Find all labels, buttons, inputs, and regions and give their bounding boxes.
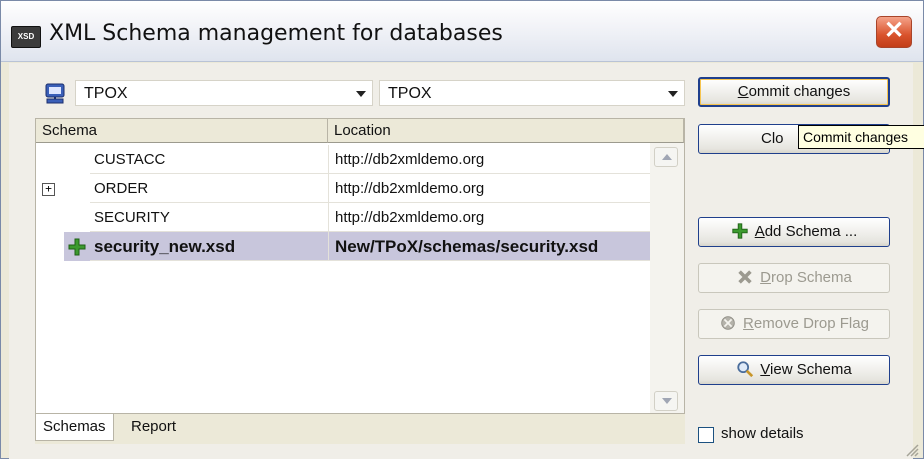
add-icon xyxy=(68,238,86,256)
schema-location-cell: http://db2xmldemo.org xyxy=(328,203,650,232)
target-database-select[interactable]: TPOX xyxy=(379,80,685,106)
drop-label-post: rop Schema xyxy=(770,269,852,286)
tab-strip: Schemas Report xyxy=(35,414,685,444)
drop-schema-button[interactable]: Drop Schema xyxy=(698,263,890,293)
title-bar[interactable]: XSD XML Schema management for databases … xyxy=(1,1,923,62)
close-window-button[interactable]: ✕ xyxy=(876,16,912,48)
show-details-checkbox[interactable] xyxy=(698,427,714,443)
xsd-app-icon: XSD xyxy=(11,26,41,48)
commit-tooltip: Commit changes xyxy=(798,125,924,149)
window-title: XML Schema management for databases xyxy=(49,21,503,46)
table-row[interactable]: + ORDER http://db2xmldemo.org xyxy=(36,174,650,203)
expand-toggle-icon[interactable]: + xyxy=(42,183,55,196)
remove-drop-flag-button[interactable]: Remove Drop Flag xyxy=(698,309,890,339)
remove-label-key: R xyxy=(743,315,754,332)
dialog-window: XSD XML Schema management for databases … xyxy=(0,0,924,459)
remove-flag-icon xyxy=(721,316,735,330)
database-icon xyxy=(45,83,65,104)
chevron-down-icon xyxy=(356,91,366,97)
column-header-location[interactable]: Location xyxy=(328,119,684,143)
schema-name-cell: security_new.xsd xyxy=(90,232,328,261)
chevron-down-icon xyxy=(668,91,678,97)
table-row[interactable]: SECURITY http://db2xmldemo.org xyxy=(36,203,650,232)
table-row[interactable]: CUSTACC http://db2xmldemo.org xyxy=(36,145,650,174)
tab-report[interactable]: Report xyxy=(124,414,183,441)
schema-name-cell: SECURITY xyxy=(90,203,328,232)
commit-label-key: C xyxy=(737,83,749,100)
source-database-select[interactable]: TPOX xyxy=(75,80,373,106)
schema-location-cell: http://db2xmldemo.org xyxy=(328,145,650,174)
schema-location-cell: http://db2xmldemo.org xyxy=(328,174,650,203)
commit-changes-button[interactable]: Commit changes xyxy=(698,77,890,107)
table-row-selected[interactable]: security_new.xsd New/TPoX/schemas/securi… xyxy=(36,232,650,261)
drop-label-key: D xyxy=(760,269,771,286)
resize-grip-icon[interactable] xyxy=(903,441,919,457)
chevron-up-icon xyxy=(662,154,672,160)
scroll-up-button[interactable] xyxy=(654,147,678,167)
source-database-value: TPOX xyxy=(84,85,128,102)
chevron-down-icon xyxy=(662,398,672,404)
add-label-key: A xyxy=(754,223,765,240)
magnifier-icon xyxy=(737,361,754,378)
schema-location-cell: New/TPoX/schemas/security.xsd xyxy=(328,232,650,261)
close-icon: ✕ xyxy=(883,17,905,44)
remove-label-post: emove Drop Flag xyxy=(753,315,869,332)
drop-icon xyxy=(738,270,752,284)
add-icon xyxy=(732,223,748,239)
schema-grid[interactable]: Schema Location CUSTACC http://db2xmldem… xyxy=(35,118,685,414)
add-label-post: dd Schema ... xyxy=(764,223,858,240)
scroll-down-button[interactable] xyxy=(654,391,678,411)
show-details-label[interactable]: show details xyxy=(721,425,804,442)
column-header-schema[interactable]: Schema xyxy=(36,119,328,143)
row-selector xyxy=(64,232,90,261)
view-label-key: V xyxy=(760,361,771,378)
target-database-value: TPOX xyxy=(388,85,432,102)
commit-label-post: ommit changes xyxy=(748,83,851,100)
schema-name-cell: CUSTACC xyxy=(90,145,328,174)
view-label-post: iew Schema xyxy=(770,361,852,378)
add-schema-button[interactable]: Add Schema ... xyxy=(698,217,890,247)
schema-name-cell: ORDER xyxy=(90,174,328,203)
vertical-scrollbar[interactable] xyxy=(650,143,684,413)
close-button-label: Clo xyxy=(761,130,784,147)
view-schema-button[interactable]: View Schema xyxy=(698,355,890,385)
tab-schemas[interactable]: Schemas xyxy=(35,414,114,441)
